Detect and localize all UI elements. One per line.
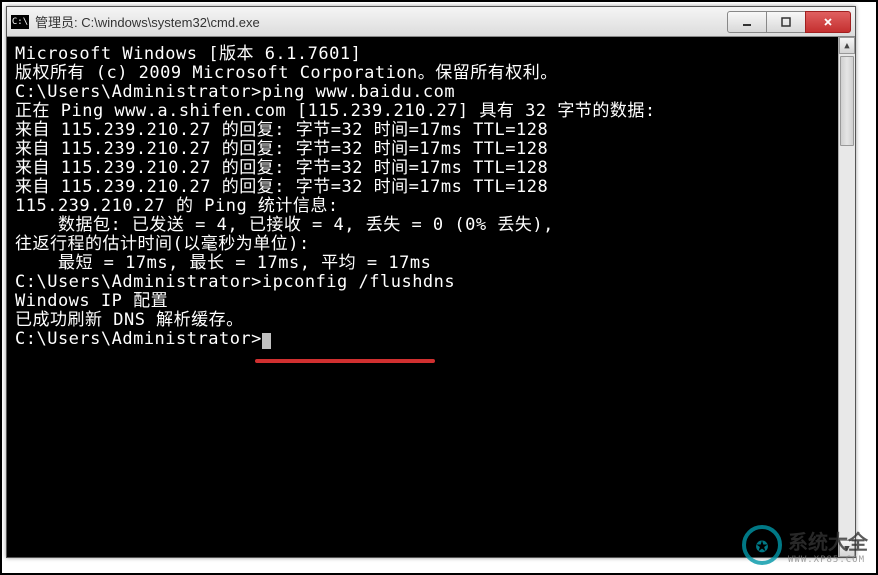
window-title: 管理员: C:\windows\system32\cmd.exe xyxy=(35,12,728,31)
maximize-button[interactable] xyxy=(766,11,806,33)
maximize-icon xyxy=(780,16,792,28)
terminal-line: Microsoft Windows [版本 6.1.7601] xyxy=(15,45,847,64)
minimize-button[interactable] xyxy=(727,11,767,33)
terminal-line: 数据包: 已发送 = 4, 已接收 = 4, 丢失 = 0 (0% 丢失), xyxy=(15,216,847,235)
terminal-line: C:\Users\Administrator>ping www.baidu.co… xyxy=(15,83,847,102)
terminal-line: C:\Users\Administrator>ipconfig /flushdn… xyxy=(15,273,847,292)
scroll-up-button[interactable]: ▲ xyxy=(839,37,855,54)
close-icon xyxy=(822,16,834,28)
terminal-line: C:\Users\Administrator> xyxy=(15,330,847,349)
watermark-url: WWW.XP85.COM xyxy=(788,555,868,565)
watermark: ✪ 系统大全 WWW.XP85.COM xyxy=(742,525,868,565)
terminal-line: 来自 115.239.210.27 的回复: 字节=32 时间=17ms TTL… xyxy=(15,140,847,159)
window-controls xyxy=(728,11,851,33)
vertical-scrollbar[interactable]: ▲ ▼ xyxy=(838,37,855,557)
scroll-track[interactable] xyxy=(839,54,855,540)
terminal-output[interactable]: Microsoft Windows [版本 6.1.7601]版权所有 (c) … xyxy=(7,37,855,557)
watermark-icon: ✪ xyxy=(742,525,782,565)
terminal-line: 最短 = 17ms, 最长 = 17ms, 平均 = 17ms xyxy=(15,254,847,273)
app-icon: C:\ xyxy=(11,15,29,29)
watermark-text-block: 系统大全 WWW.XP85.COM xyxy=(788,526,868,565)
scroll-thumb[interactable] xyxy=(840,56,854,146)
cursor xyxy=(262,333,271,349)
red-underline-annotation xyxy=(255,359,435,363)
terminal-line: 版权所有 (c) 2009 Microsoft Corporation。保留所有… xyxy=(15,64,847,83)
terminal-line: Windows IP 配置 xyxy=(15,292,847,311)
terminal-line: 正在 Ping www.a.shifen.com [115.239.210.27… xyxy=(15,102,847,121)
minimize-icon xyxy=(741,16,753,28)
terminal-line: 115.239.210.27 的 Ping 统计信息: xyxy=(15,197,847,216)
titlebar[interactable]: C:\ 管理员: C:\windows\system32\cmd.exe xyxy=(7,7,855,37)
terminal-line: 来自 115.239.210.27 的回复: 字节=32 时间=17ms TTL… xyxy=(15,159,847,178)
terminal-line: 来自 115.239.210.27 的回复: 字节=32 时间=17ms TTL… xyxy=(15,178,847,197)
cmd-window: C:\ 管理员: C:\windows\system32\cmd.exe Mic… xyxy=(6,6,856,558)
watermark-brand: 系统大全 xyxy=(788,532,868,554)
terminal-line: 已成功刷新 DNS 解析缓存。 xyxy=(15,311,847,330)
close-button[interactable] xyxy=(805,11,851,33)
terminal-line: 往返行程的估计时间(以毫秒为单位): xyxy=(15,235,847,254)
terminal-line: 来自 115.239.210.27 的回复: 字节=32 时间=17ms TTL… xyxy=(15,121,847,140)
